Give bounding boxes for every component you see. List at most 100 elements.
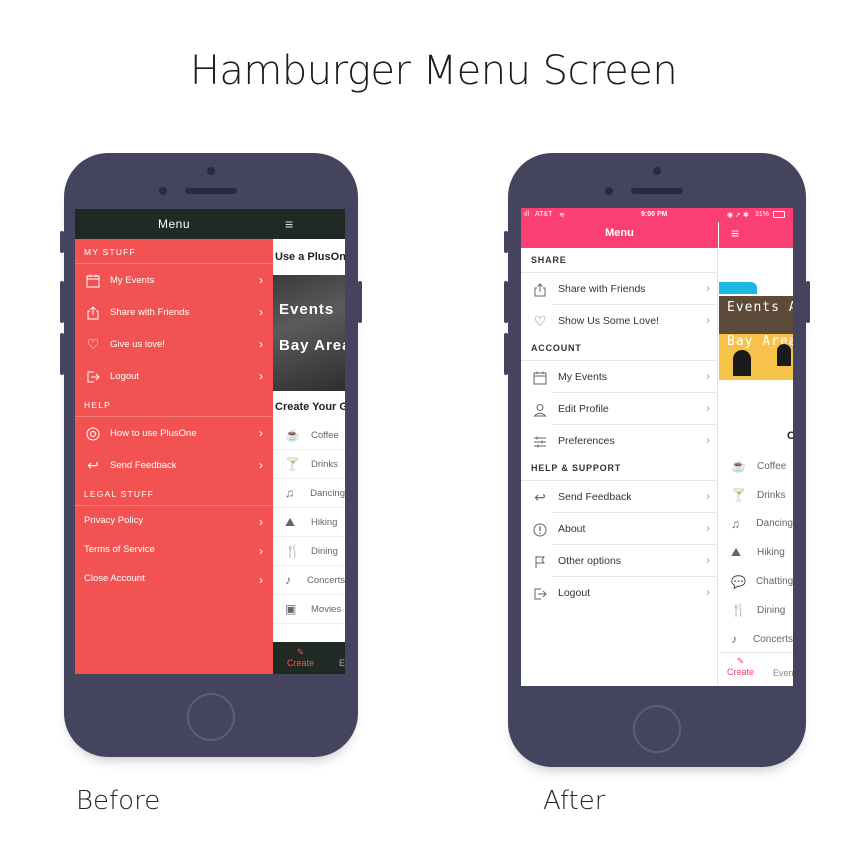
section-label: MY STUFF (84, 247, 136, 257)
cocktail-icon: 🍸 (731, 488, 746, 503)
chevron-right-icon: › (259, 305, 263, 319)
tab-events[interactable]: E (339, 658, 345, 668)
share-icon (84, 303, 102, 321)
menu-item-privacy-policy[interactable]: Privacy Policy › (75, 506, 273, 535)
menu-item-my-events[interactable]: My Events › (521, 361, 718, 392)
sensor (605, 187, 613, 195)
menu-item-send-feedback[interactable]: ↩ Send Feedback › (75, 449, 273, 481)
content-peek: ≡ Events A Bay Area C ☕ Coffee 🍸 Drinks ♫ D… (719, 222, 793, 686)
menu-list: SHARE Share with Friends › ♡ Show Us Som… (521, 248, 718, 608)
menu-header: Menu (521, 222, 718, 248)
chevron-right-icon: › (259, 458, 263, 472)
calendar-icon (531, 368, 549, 386)
reply-icon: ↩ (534, 488, 546, 505)
menu-item-about[interactable]: About › (521, 513, 718, 544)
activity-item[interactable]: 💬 Chatting (719, 567, 793, 596)
hero-line: Events A (727, 300, 793, 315)
hamburger-icon[interactable]: ≡ (273, 209, 345, 239)
coffee-icon: ☕ (731, 459, 746, 474)
side-menu: Menu MY STUFF My Events › Share with Fri… (75, 209, 273, 674)
menu-item-logout[interactable]: Logout › (521, 577, 718, 608)
side-button (504, 333, 508, 375)
wifi-icon: ≋ (559, 212, 565, 219)
cocktail-icon: 🍸 (285, 457, 300, 471)
carrier-label: AT&T (535, 211, 553, 218)
activity-item[interactable]: 🍸 Drinks (273, 450, 345, 479)
hero-line: Events (279, 301, 335, 318)
page-title: Hamburger Menu Screen (189, 48, 678, 94)
content-peek: ≡ Use a PlusOne Events Bay Area Create Y… (273, 209, 345, 674)
menu-item-give-us-love[interactable]: ♡ Give us love! › (75, 328, 273, 360)
music-note-icon: ♪ (285, 573, 291, 587)
hamburger-icon[interactable]: ≡ (719, 222, 793, 248)
side-button (806, 281, 810, 323)
tab-create[interactable]: ✎ Create (727, 656, 754, 677)
hero-banner[interactable]: Events A Bay Area (719, 296, 793, 380)
dining-icon: 🍴 (731, 603, 746, 618)
before-screen: Menu MY STUFF My Events › Share with Fri… (75, 209, 345, 674)
tab-create[interactable]: ✎ Create (287, 647, 314, 668)
activity-item[interactable]: ⛰ Hiking (719, 538, 793, 567)
reply-icon: ↩ (87, 457, 99, 473)
menu-item-logout[interactable]: Logout › (75, 360, 273, 392)
menu-item-close-account[interactable]: Close Account › (75, 564, 273, 593)
chevron-right-icon: › (259, 426, 263, 440)
activity-label: Dancing (310, 487, 345, 499)
after-phone: Menu SHARE Share with Friends › ♡ Show U… (504, 153, 810, 767)
activity-item[interactable]: ☕ Coffee (273, 421, 345, 450)
menu-item-label: My Events (558, 370, 608, 383)
menu-item-send-feedback[interactable]: ↩ Send Feedback › (521, 481, 718, 512)
activity-item[interactable]: 🍸 Drinks (719, 481, 793, 510)
menu-item-how-to-use[interactable]: How to use PlusOne › (75, 417, 273, 449)
menu-item-edit-profile[interactable]: Edit Profile › (521, 393, 718, 424)
activity-label: Dancing (756, 518, 793, 530)
status-icons: ◉ ➚ ✱ (727, 212, 749, 219)
music-note-icon: ♪ (731, 632, 737, 647)
activity-item[interactable]: ♪ Concerts (719, 625, 793, 654)
category-tab (719, 282, 757, 294)
activity-label: Coffee (311, 429, 339, 441)
activity-item[interactable]: ☕ Coffee (719, 452, 793, 481)
chevron-right-icon: › (706, 281, 710, 295)
activity-item[interactable]: ♪ Concerts (273, 566, 345, 595)
menu-item-terms-of-service[interactable]: Terms of Service › (75, 535, 273, 564)
menu-item-label: Share with Friends (558, 282, 646, 295)
activity-label: Hiking (757, 547, 785, 559)
activity-item[interactable]: ♫ Dancing (273, 479, 345, 508)
tab-events[interactable]: Events (773, 668, 793, 678)
hiking-icon: ⛰ (731, 545, 742, 560)
menu-item-label: Share with Friends (110, 306, 190, 318)
activity-item[interactable]: ♫ Dancing (719, 510, 793, 539)
home-button[interactable] (633, 705, 681, 753)
menu-item-label: Close Account (84, 573, 145, 584)
menu-header: Menu (75, 209, 273, 239)
chevron-right-icon: › (706, 553, 710, 567)
menu-item-show-us-some-love[interactable]: ♡ Show Us Some Love! › (521, 305, 718, 336)
activity-item[interactable]: ▣ Movies (273, 595, 345, 624)
heart-icon: ♡ (86, 336, 100, 352)
edit-icon: ✎ (736, 656, 745, 666)
coffee-icon: ☕ (285, 428, 300, 442)
sensor (159, 187, 167, 195)
activity-label: Drinks (311, 458, 338, 470)
calendar-icon (84, 271, 102, 289)
activity-label: Coffee (757, 460, 787, 472)
hero-banner[interactable]: Events Bay Area (273, 275, 345, 391)
door-graphic (777, 344, 791, 366)
activity-item[interactable]: 🍴 Dining (719, 596, 793, 625)
menu-item-label: Logout (110, 370, 140, 382)
battery-percent: 31% (755, 211, 770, 218)
section-label: SHARE (531, 255, 567, 265)
menu-item-share-with-friends[interactable]: Share with Friends › (75, 296, 273, 328)
side-button (504, 281, 508, 323)
activity-item[interactable]: 🍴 Dining (273, 537, 345, 566)
chat-icon: 💬 (731, 574, 746, 589)
menu-item-my-events[interactable]: My Events › (75, 264, 273, 296)
menu-item-other-options[interactable]: Other options › (521, 545, 718, 576)
activity-item[interactable]: ⛰ Hiking (273, 508, 345, 537)
menu-item-share-with-friends[interactable]: Share with Friends › (521, 273, 718, 304)
menu-item-preferences[interactable]: Preferences › (521, 425, 718, 456)
share-icon (531, 280, 549, 298)
sliders-icon (531, 432, 549, 450)
home-button[interactable] (187, 693, 235, 741)
